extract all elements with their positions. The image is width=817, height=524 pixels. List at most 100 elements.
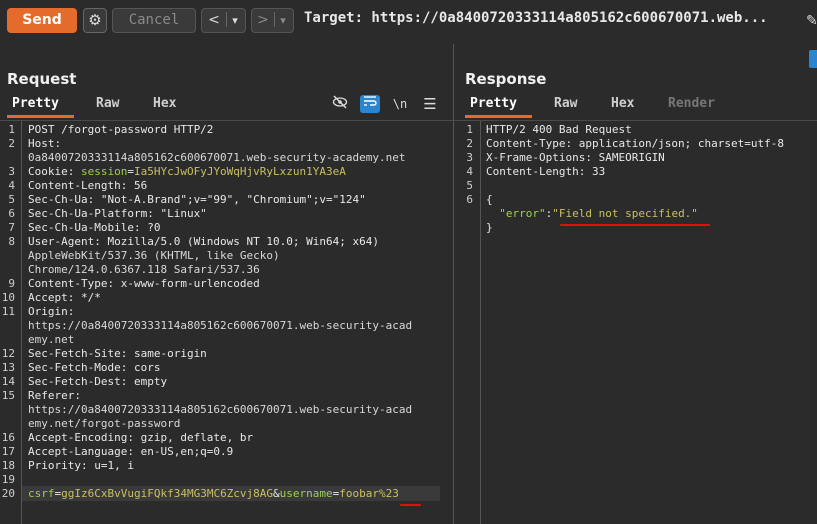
code-token: Content-Type: x-www-form-urlencoded bbox=[28, 277, 260, 290]
line-number: 16 bbox=[1, 431, 15, 444]
code-token: & bbox=[273, 487, 280, 500]
code-token: Content-Type: application/json; charset=… bbox=[486, 137, 785, 150]
line-number: 4 bbox=[8, 179, 15, 192]
code-line: } bbox=[486, 221, 493, 235]
code-token: https://0a8400720333114a805162c600670071… bbox=[28, 319, 413, 332]
annotation-underline-response bbox=[560, 224, 710, 226]
code-line: Accept-Language: en-US,en;q=0.9 bbox=[28, 445, 233, 459]
code-token: emy.net/forgot-password bbox=[28, 417, 181, 430]
request-tab-raw[interactable]: Raw bbox=[96, 96, 119, 111]
code-token: AppleWebKit/537.36 (KHTML, like Gecko) bbox=[28, 249, 280, 262]
request-title: Request bbox=[7, 70, 77, 88]
code-line: https://0a8400720333114a805162c600670071… bbox=[28, 403, 412, 417]
response-editor[interactable]: 1 HTTP/2 400 Bad Request 2 Content-Type: ap… bbox=[454, 121, 817, 524]
code-token: User-Agent: Mozilla/5.0 (Windows NT 10.0… bbox=[28, 235, 379, 248]
code-token: Sec-Fetch-Mode: cors bbox=[28, 361, 161, 374]
code-line: Sec-Ch-Ua-Mobile: ?0 bbox=[28, 221, 160, 235]
line-number: 18 bbox=[1, 459, 15, 472]
line-number: 9 bbox=[8, 277, 15, 290]
line-number: 2 bbox=[466, 137, 473, 150]
code-token: = bbox=[127, 165, 134, 178]
back-arrow-icon[interactable]: < bbox=[202, 9, 226, 32]
code-token: "Field not specified." bbox=[552, 207, 698, 220]
code-line: X-Frame-Options: SAMEORIGIN bbox=[486, 151, 665, 165]
wrap-lines-icon[interactable] bbox=[360, 95, 380, 113]
code-line: Chrome/124.0.6367.118 Safari/537.36 bbox=[28, 263, 260, 277]
annotation-underline-request bbox=[400, 504, 421, 506]
code-token: Accept-Encoding: gzip, deflate, br bbox=[28, 431, 254, 444]
code-line: Sec-Fetch-Site: same-origin bbox=[28, 347, 207, 361]
code-token: } bbox=[486, 221, 493, 234]
line-number: 1 bbox=[8, 123, 15, 136]
back-nav[interactable]: < ▾ bbox=[201, 8, 246, 33]
code-token: Sec-Fetch-Dest: empty bbox=[28, 375, 168, 388]
target-url[interactable]: Target: https://0a8400720333114a805162c6… bbox=[304, 10, 768, 26]
code-token: { bbox=[486, 193, 493, 206]
response-gutter bbox=[480, 121, 481, 524]
gear-icon: ⚙ bbox=[88, 11, 102, 29]
line-number: 5 bbox=[8, 193, 15, 206]
line-number: 7 bbox=[8, 221, 15, 234]
request-tab-pretty[interactable]: Pretty bbox=[12, 96, 59, 111]
response-tab-hex[interactable]: Hex bbox=[611, 96, 634, 111]
code-token: Accept-Language: en-US,en;q=0.9 bbox=[28, 445, 234, 458]
code-line: Sec-Fetch-Mode: cors bbox=[28, 361, 160, 375]
line-number: 11 bbox=[1, 305, 15, 318]
line-number: 14 bbox=[1, 375, 15, 388]
line-number: 12 bbox=[1, 347, 15, 360]
response-tab-raw[interactable]: Raw bbox=[554, 96, 577, 111]
pencil-icon[interactable]: ✎ bbox=[806, 13, 817, 31]
code-line: Host: bbox=[28, 137, 61, 151]
forward-arrow-icon[interactable]: > bbox=[252, 9, 274, 32]
inspector-tab-indicator[interactable] bbox=[809, 50, 817, 68]
response-tab-render[interactable]: Render bbox=[668, 96, 715, 111]
code-line: Accept: */* bbox=[28, 291, 101, 305]
code-token: POST /forgot-password HTTP/2 bbox=[28, 123, 214, 136]
request-tab-underline bbox=[7, 115, 74, 118]
hamburger-menu-icon[interactable]: ☰ bbox=[420, 95, 440, 113]
forward-nav[interactable]: > ▾ bbox=[251, 8, 294, 33]
settings-button[interactable]: ⚙ bbox=[83, 8, 107, 33]
cancel-button[interactable]: Cancel bbox=[112, 8, 196, 33]
code-line: Accept-Encoding: gzip, deflate, br bbox=[28, 431, 253, 445]
send-button[interactable]: Send bbox=[7, 8, 77, 33]
code-line: AppleWebKit/537.36 (KHTML, like Gecko) bbox=[28, 249, 280, 263]
code-line: Cookie: session=Ia5HYcJwOFyJYoWqHjvRyLxz… bbox=[28, 165, 346, 179]
line-number: 13 bbox=[1, 361, 15, 374]
request-editor[interactable]: 1 POST /forgot-password HTTP/2 2 Host: 0a840… bbox=[0, 121, 453, 524]
code-line: csrf=ggIz6CxBvVugiFQkf34MG3MC6Zcvj8AG&us… bbox=[28, 487, 399, 501]
code-token: Priority: u=1, i bbox=[28, 459, 134, 472]
forward-dropdown-icon[interactable]: ▾ bbox=[275, 9, 291, 32]
code-line: Sec-Ch-Ua: "Not-A.Brand";v="99", "Chromi… bbox=[28, 193, 366, 207]
line-number: 3 bbox=[8, 165, 15, 178]
code-line: emy.net/forgot-password bbox=[28, 417, 180, 431]
code-line: Origin: bbox=[28, 305, 74, 319]
code-line: Content-Type: application/json; charset=… bbox=[486, 137, 784, 151]
code-line: Sec-Fetch-Dest: empty bbox=[28, 375, 167, 389]
newline-icon[interactable]: \n bbox=[390, 95, 410, 113]
response-tab-underline bbox=[465, 115, 532, 118]
code-token: HTTP/2 400 Bad Request bbox=[486, 123, 632, 136]
line-number: 2 bbox=[8, 137, 15, 150]
back-dropdown-icon[interactable]: ▾ bbox=[227, 9, 243, 32]
line-number: 10 bbox=[1, 291, 15, 304]
code-token: "error" bbox=[486, 207, 546, 220]
code-token: csrf bbox=[28, 487, 55, 500]
code-line: 0a8400720333114a805162c600670071.web-sec… bbox=[28, 151, 406, 165]
toolbar: Send ⚙ Cancel < ▾ > ▾ Target: https://0a84… bbox=[0, 0, 817, 42]
code-line: Sec-Ch-Ua-Platform: "Linux" bbox=[28, 207, 207, 221]
line-number: 19 bbox=[1, 473, 15, 486]
code-line: emy.net bbox=[28, 333, 74, 347]
code-line: https://0a8400720333114a805162c600670071… bbox=[28, 319, 412, 333]
eye-slash-icon[interactable] bbox=[330, 95, 350, 113]
response-tab-pretty[interactable]: Pretty bbox=[470, 96, 517, 111]
code-token: ggIz6CxBvVugiFQkf34MG3MC6Zcvj8AG bbox=[61, 487, 274, 500]
code-line: "error":"Field not specified." bbox=[486, 207, 698, 221]
code-token: Host: bbox=[28, 137, 62, 150]
line-number: 8 bbox=[8, 235, 15, 248]
code-token: Cookie: bbox=[28, 165, 81, 178]
code-token: username bbox=[279, 487, 333, 500]
code-line: Content-Length: 33 bbox=[486, 165, 605, 179]
request-tab-hex[interactable]: Hex bbox=[153, 96, 176, 111]
code-line: Referer: bbox=[28, 389, 81, 403]
